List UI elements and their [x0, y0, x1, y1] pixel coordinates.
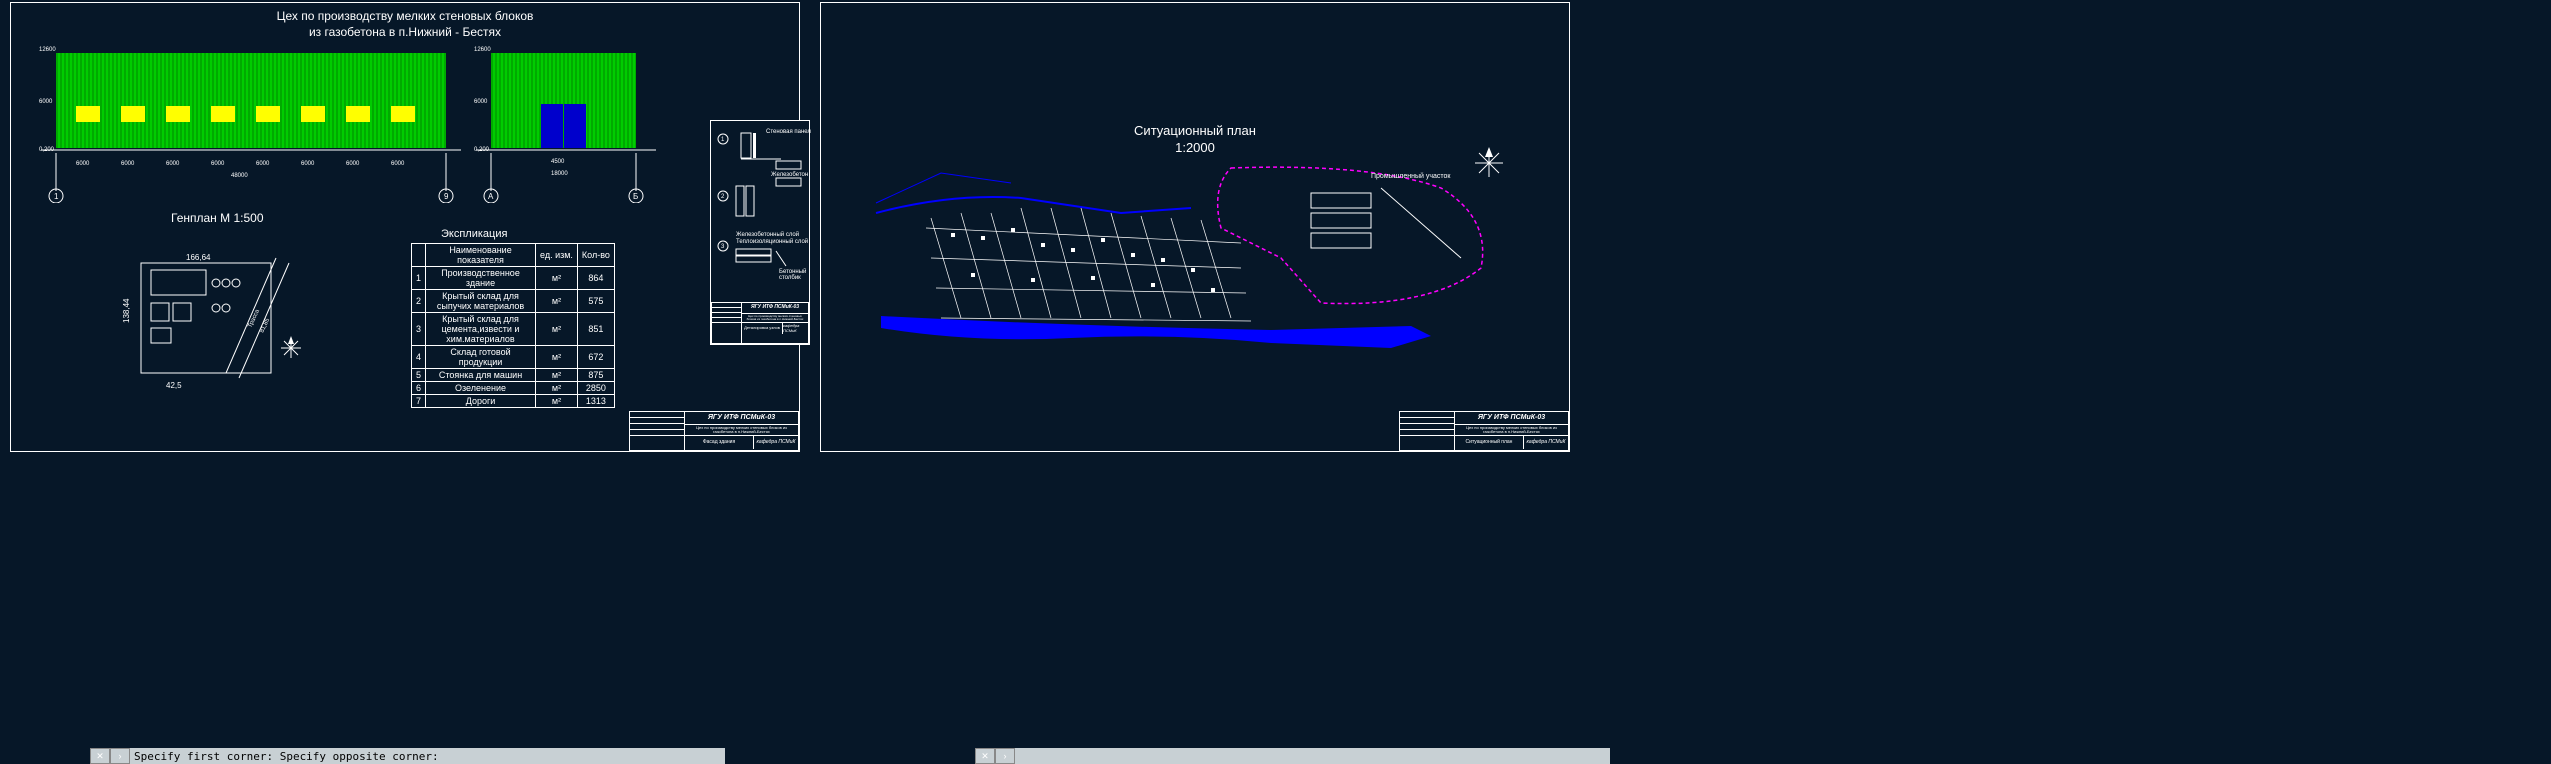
- cmd-buttons-left: ✕ ›: [90, 748, 130, 764]
- svg-text:9: 9: [444, 192, 449, 201]
- svg-text:6000: 6000: [39, 99, 53, 105]
- th-name: Наименование показателя: [426, 244, 536, 267]
- elev2-dims: 12600 6000 0,200 4500 18000 А Б: [466, 43, 666, 203]
- sheet2-frame: Ситуационный план 1:2000: [820, 2, 1570, 452]
- sheet1-title: Цех по производству мелких стеновых блок…: [11, 9, 799, 40]
- explication-title: Экспликация: [441, 228, 507, 240]
- svg-text:столбик: столбик: [779, 275, 801, 281]
- explication-table: Наименование показателя ед. изм. Кол-во …: [411, 243, 615, 408]
- close-icon[interactable]: ✕: [975, 748, 995, 764]
- svg-text:Промышленный участок: Промышленный участок: [1371, 172, 1451, 180]
- sheet2-stamp: ЯГУ ИТФ ПСМиК-03 Цех по производству мел…: [1399, 411, 1569, 451]
- genplan-title: Генплан М 1:500: [171, 211, 264, 225]
- svg-text:3: 3: [721, 244, 725, 250]
- svg-text:6000: 6000: [121, 161, 135, 167]
- left-viewport[interactable]: Цех по производству мелких стеновых блок…: [0, 0, 810, 470]
- svg-text:12600: 12600: [474, 47, 491, 53]
- svg-text:12600: 12600: [39, 47, 56, 53]
- genplan: 166,64 138,44 42,5 Трасса 81,85: [121, 248, 311, 393]
- svg-text:2: 2: [721, 194, 725, 200]
- chevron-icon[interactable]: ›: [110, 748, 130, 764]
- svg-text:81,85: 81,85: [259, 317, 271, 334]
- svg-text:Стеновая панель: Стеновая панель: [766, 129, 811, 135]
- th-num: [412, 244, 426, 267]
- svg-text:6000: 6000: [346, 161, 360, 167]
- svg-text:6000: 6000: [166, 161, 180, 167]
- th-val: Кол-во: [577, 244, 614, 267]
- chevron-icon[interactable]: ›: [995, 748, 1015, 764]
- sheet1-stamp: ЯГУ ИТФ ПСМиК-03 Цех по производству мел…: [629, 411, 799, 451]
- command-line-right[interactable]: [1015, 748, 1610, 764]
- svg-text:48000: 48000: [231, 173, 248, 179]
- svg-text:Бетонный: Бетонный: [779, 268, 806, 275]
- svg-text:166,64: 166,64: [186, 253, 211, 262]
- svg-text:Железобетонный слой: Железобетонный слой: [736, 231, 799, 238]
- compass-icon: [1469, 143, 1509, 183]
- command-line-left[interactable]: Specify first corner: Specify opposite c…: [130, 748, 725, 764]
- sitplan-title: Ситуационный план 1:2000: [821, 123, 1569, 157]
- svg-text:42,5: 42,5: [166, 381, 182, 390]
- title-line2: из газобетона в п.Нижний - Бестях: [11, 25, 799, 41]
- svg-text:6000: 6000: [474, 99, 488, 105]
- situational-plan: Промышленный участок: [871, 158, 1521, 378]
- right-viewport[interactable]: Ситуационный план 1:2000: [820, 0, 1570, 470]
- svg-text:6000: 6000: [391, 161, 405, 167]
- svg-text:Теплоизоляционный слой: Теплоизоляционный слой: [736, 238, 808, 245]
- svg-text:А: А: [488, 192, 494, 201]
- svg-text:6000: 6000: [211, 161, 225, 167]
- svg-text:Железобетон: Железобетон: [771, 172, 808, 178]
- detail-stamp: ЯГУ ИТФ ПСМиК-03 Цех по производству мел…: [711, 302, 809, 344]
- svg-text:138,44: 138,44: [122, 298, 131, 323]
- svg-text:6000: 6000: [76, 161, 90, 167]
- svg-text:Б: Б: [633, 192, 638, 201]
- svg-text:4500: 4500: [551, 159, 565, 165]
- cmd-buttons-right: ✕ ›: [975, 748, 1015, 764]
- detail-sheet: 1 Стеновая панель Железобетон 2 3 Железо…: [710, 120, 810, 345]
- th-unit: ед. изм.: [536, 244, 578, 267]
- svg-text:6000: 6000: [256, 161, 270, 167]
- close-icon[interactable]: ✕: [90, 748, 110, 764]
- svg-text:1: 1: [54, 192, 59, 201]
- title-line1: Цех по производству мелких стеновых блок…: [11, 9, 799, 25]
- svg-text:6000: 6000: [301, 161, 315, 167]
- sheet1-frame: Цех по производству мелких стеновых блок…: [10, 2, 800, 452]
- svg-text:1: 1: [721, 137, 725, 143]
- svg-text:18000: 18000: [551, 171, 568, 177]
- elev1-dims: 12600 6000 0,200 6000 6000 6000 6000 600…: [21, 43, 471, 203]
